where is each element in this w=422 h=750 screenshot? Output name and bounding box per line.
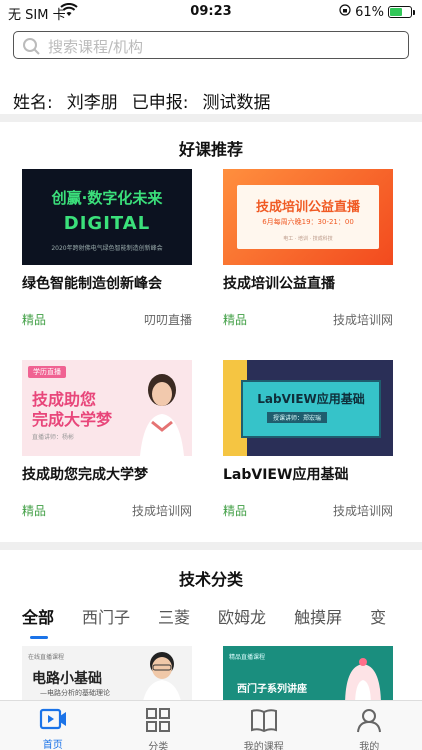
status-bar: 无 SIM 卡 09:23 61%: [0, 0, 422, 24]
tab-all[interactable]: 全部: [22, 604, 54, 628]
grid-icon: [145, 707, 171, 738]
video-home-icon: [39, 707, 67, 736]
thumb-badge: 学历直播: [28, 366, 66, 378]
tech-course-card[interactable]: 在线直播课程 电路小基础 —电路分析的基础理论: [22, 646, 192, 700]
thumb-headline: LabVIEW应用基础: [257, 392, 365, 406]
user-icon: [356, 707, 382, 738]
tabbar-item-me[interactable]: 我的: [317, 701, 422, 750]
course-tag: 精品: [223, 313, 248, 327]
tech-course-list: 在线直播课程 电路小基础 —电路分析的基础理论 精品直播课程 西门子系列讲座: [0, 646, 422, 700]
battery-fill: [390, 8, 403, 16]
thumb-headline: 技成培训公益直播: [255, 200, 360, 215]
tab-omron[interactable]: 欧姆龙: [218, 604, 266, 628]
search-icon: [22, 37, 40, 59]
category-tabs: 全部 西门子 三菱 欧姆龙 触摸屏 变: [22, 604, 386, 628]
tab-siemens[interactable]: 西门子: [82, 604, 130, 628]
tabbar-label: 首页: [42, 740, 63, 750]
section-divider: [0, 542, 422, 550]
course-tag: 精品: [22, 504, 47, 518]
course-source: 技成培训网: [332, 504, 393, 518]
course-thumbnail: LabVIEW应用基础 授课讲师：郑宏瑞: [223, 360, 393, 456]
card-title: 西门子系列讲座: [237, 684, 307, 695]
course-thumbnail: 学历直播 技成助您 完成大学梦 直播讲师：杨彬: [22, 360, 192, 456]
thumb-digital: DIGITAL: [63, 213, 151, 234]
applied-value: 测试数据: [202, 93, 271, 113]
course-name: 技成培训公益直播: [223, 276, 335, 292]
card-badge: 在线直播课程: [28, 654, 65, 661]
tab-indicator: [30, 636, 48, 639]
tabbar-label: 分类: [148, 742, 169, 750]
tabbar-label: 我的课程: [243, 742, 284, 750]
battery-icon: [388, 6, 415, 18]
course-source: 技成培训网: [332, 313, 393, 327]
orientation-lock-icon: [339, 4, 351, 20]
tabbar-item-my-courses[interactable]: 我的课程: [211, 701, 317, 750]
thumb-caption: 授课讲师：郑宏瑞: [267, 412, 328, 423]
tab-inverter[interactable]: 变: [370, 604, 386, 628]
thumb-panel: [241, 380, 381, 438]
course-source: 技成培训网: [131, 504, 192, 518]
search-placeholder: 搜索课程/机构: [48, 38, 144, 56]
tech-title: 技术分类: [178, 570, 243, 589]
course-illustration: [341, 656, 385, 700]
thumb-headline-2: 完成大学梦: [32, 410, 113, 429]
tech-course-card[interactable]: 精品直播课程 西门子系列讲座: [223, 646, 393, 700]
bottom-tab-bar: 首页 分类 我的课程 我的: [0, 700, 422, 750]
recommended-title: 好课推荐: [178, 140, 243, 159]
course-source: 叨叨直播: [143, 313, 192, 327]
battery-percent: 61%: [355, 4, 384, 20]
tabbar-item-category[interactable]: 分类: [106, 701, 212, 750]
profile-summary: 姓名: 刘李朋 已申报: 测试数据: [13, 88, 270, 113]
course-thumbnail: 创赢·数字化未来 DIGITAL 2020年跨射佛电气绿色智能制造创新峰会: [22, 169, 192, 265]
card-subtitle: —电路分析的基础理论: [40, 689, 110, 697]
applied-label: 已申报:: [131, 93, 189, 113]
course-tag: 精品: [223, 504, 248, 518]
course-name: LabVIEW应用基础: [223, 467, 349, 483]
thumb-caption: 2020年跨射佛电气绿色智能制造创新峰会: [51, 245, 163, 252]
instructor-photo: [140, 648, 184, 700]
course-name: 技成助您完成大学梦: [22, 467, 148, 483]
card-title: 电路小基础: [32, 671, 102, 687]
name-value: 刘李朋: [66, 93, 118, 113]
thumb-caption: 电工 · 培训 · 技成科技: [283, 236, 333, 242]
tabbar-item-home[interactable]: 首页: [0, 701, 106, 750]
course-card[interactable]: LabVIEW应用基础 授课讲师：郑宏瑞 LabVIEW应用基础 精品 技成培训…: [223, 360, 393, 518]
search-input[interactable]: 搜索课程/机构: [13, 31, 409, 59]
course-card[interactable]: 技成培训公益直播 6月每周六晚19：30-21：00 电工 · 培训 · 技成科…: [223, 169, 393, 327]
section-divider: [0, 114, 422, 122]
card-badge: 精品直播课程: [229, 654, 266, 661]
thumb-caption: 直播讲师：杨彬: [32, 434, 75, 441]
name-label: 姓名:: [13, 93, 53, 113]
course-card[interactable]: 创赢·数字化未来 DIGITAL 2020年跨射佛电气绿色智能制造创新峰会 绿色…: [22, 169, 192, 327]
tab-mitsubishi[interactable]: 三菱: [158, 604, 190, 628]
book-icon: [250, 707, 278, 738]
course-tag: 精品: [22, 313, 47, 327]
thumb-headline: 创赢·数字化未来: [51, 189, 163, 207]
tabbar-label: 我的: [359, 742, 380, 750]
course-card[interactable]: 学历直播 技成助您 完成大学梦 直播讲师：杨彬 技成助您完成大学梦 精品 技成培…: [22, 360, 192, 518]
course-name: 绿色智能制造创新峰会: [22, 276, 162, 292]
thumb-schedule: 6月每周六晚19：30-21：00: [262, 218, 354, 226]
instructor-photo: [140, 370, 184, 456]
tab-touchscreen[interactable]: 触摸屏: [294, 604, 342, 628]
course-thumbnail: 技成培训公益直播 6月每周六晚19：30-21：00 电工 · 培训 · 技成科…: [223, 169, 393, 265]
